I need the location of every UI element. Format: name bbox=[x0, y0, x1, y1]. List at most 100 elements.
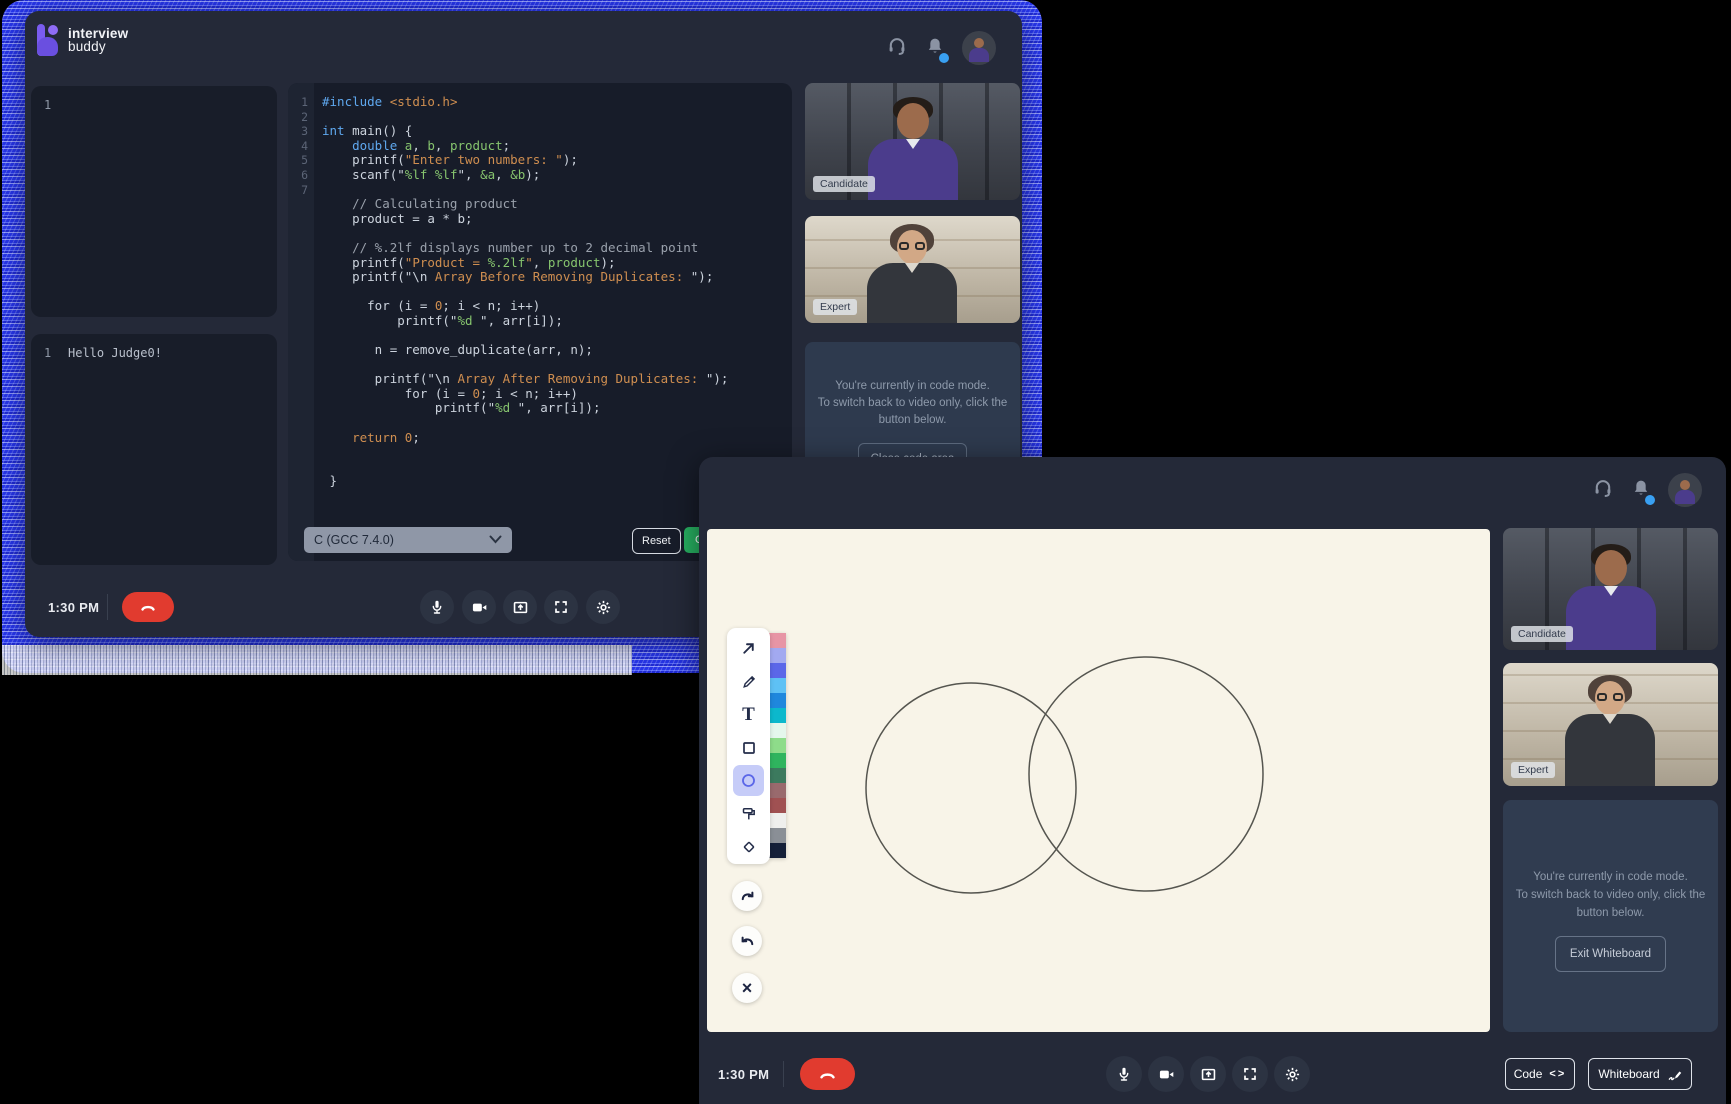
settings-button[interactable] bbox=[586, 590, 620, 624]
eraser-icon bbox=[741, 839, 757, 855]
screen-share-icon bbox=[1200, 1066, 1217, 1083]
tool-text-button[interactable]: T bbox=[733, 699, 764, 730]
hang-up-button[interactable] bbox=[122, 592, 174, 622]
redo-button[interactable] bbox=[732, 881, 762, 911]
video-thumbnail-expert: Expert bbox=[805, 216, 1020, 323]
tool-circle-button[interactable] bbox=[733, 765, 764, 796]
palette-swatch[interactable] bbox=[769, 678, 786, 693]
scribble-pen-icon bbox=[1667, 1067, 1682, 1082]
undo-icon bbox=[739, 933, 756, 950]
camera-button[interactable] bbox=[1148, 1056, 1184, 1092]
gear-icon bbox=[1284, 1066, 1301, 1083]
stdin-line-number: 1 bbox=[44, 98, 51, 112]
divider bbox=[107, 594, 108, 620]
interviewbuddy-logo-icon bbox=[35, 24, 61, 56]
code-mode-panel: You're currently in code mode. To switch… bbox=[1503, 800, 1718, 1032]
color-palette bbox=[769, 633, 786, 858]
tool-eraser-button[interactable] bbox=[733, 831, 764, 862]
fullscreen-icon bbox=[1242, 1066, 1258, 1082]
text-tool-icon: T bbox=[742, 705, 755, 724]
palette-swatch[interactable] bbox=[769, 648, 786, 663]
palette-swatch[interactable] bbox=[769, 753, 786, 768]
microphone-button[interactable] bbox=[1106, 1056, 1142, 1092]
palette-swatch[interactable] bbox=[769, 843, 786, 858]
language-select[interactable]: C (GCC 7.4.0) bbox=[304, 527, 512, 553]
fullscreen-button[interactable] bbox=[1232, 1056, 1268, 1092]
stdout-line-number: 1 bbox=[44, 346, 51, 360]
stdin-panel[interactable]: 1 bbox=[31, 86, 277, 317]
candidate-label: Candidate bbox=[1511, 626, 1573, 642]
stdout-panel[interactable]: 1 Hello Judge0! bbox=[31, 334, 277, 565]
camera-button[interactable] bbox=[462, 590, 496, 624]
editor-code-text: #include <stdio.h>int main() { double a,… bbox=[322, 95, 728, 489]
video-thumbnail-candidate: Candidate bbox=[1503, 528, 1718, 650]
reset-button[interactable]: Reset bbox=[632, 528, 681, 554]
whiteboard-canvas[interactable] bbox=[707, 529, 1490, 1032]
fullscreen-button[interactable] bbox=[544, 590, 578, 624]
mode-message-line1: You're currently in code mode. bbox=[805, 378, 1020, 395]
video-thumbnail-expert: Expert bbox=[1503, 663, 1718, 786]
palette-swatch[interactable] bbox=[769, 738, 786, 753]
camera-icon bbox=[471, 599, 488, 616]
whiteboard-toolbar: T bbox=[727, 628, 770, 864]
user-avatar[interactable] bbox=[962, 31, 996, 65]
user-avatar[interactable] bbox=[1668, 473, 1702, 507]
clear-board-button[interactable]: × bbox=[732, 973, 762, 1003]
tool-arrow-button[interactable] bbox=[733, 633, 764, 664]
hang-up-icon bbox=[139, 600, 157, 614]
close-icon: × bbox=[742, 979, 753, 997]
microphone-icon bbox=[1116, 1066, 1132, 1082]
notifications-bell-icon[interactable] bbox=[924, 35, 946, 62]
tool-roller-button[interactable] bbox=[733, 798, 764, 829]
palette-swatch[interactable] bbox=[769, 723, 786, 738]
hang-up-button[interactable] bbox=[800, 1058, 855, 1090]
candidate-label: Candidate bbox=[813, 176, 875, 192]
mode-message-line3: button below. bbox=[1503, 904, 1718, 922]
notification-dot bbox=[939, 53, 949, 63]
mode-message-line2: To switch back to video only, click the bbox=[1503, 886, 1718, 904]
video-thumbnail-candidate: Candidate bbox=[805, 83, 1020, 200]
fullscreen-icon bbox=[553, 599, 569, 615]
palette-swatch[interactable] bbox=[769, 798, 786, 813]
stdout-text: Hello Judge0! bbox=[68, 346, 162, 360]
mode-message-line1: You're currently in code mode. bbox=[1503, 868, 1718, 886]
notifications-bell-icon[interactable] bbox=[1630, 477, 1652, 504]
expert-label: Expert bbox=[1511, 762, 1555, 778]
arrow-icon bbox=[740, 640, 757, 657]
rectangle-icon bbox=[741, 740, 757, 756]
palette-swatch[interactable] bbox=[769, 663, 786, 678]
expert-label: Expert bbox=[813, 299, 857, 315]
palette-swatch[interactable] bbox=[769, 693, 786, 708]
screen-share-button[interactable] bbox=[1190, 1056, 1226, 1092]
exit-whiteboard-button[interactable]: Exit Whiteboard bbox=[1555, 936, 1666, 972]
mode-message-line2: To switch back to video only, click the bbox=[805, 395, 1020, 412]
app-logo-text: interview buddy bbox=[68, 27, 128, 53]
gear-icon bbox=[595, 599, 612, 616]
whiteboard-mode-button[interactable]: Whiteboard bbox=[1588, 1058, 1692, 1090]
palette-swatch[interactable] bbox=[769, 813, 786, 828]
pencil-icon bbox=[741, 674, 757, 690]
mode-message-line3: button below. bbox=[805, 412, 1020, 429]
code-brackets-icon: <> bbox=[1549, 1068, 1566, 1080]
redo-icon bbox=[739, 888, 756, 905]
palette-swatch[interactable] bbox=[769, 783, 786, 798]
headset-icon[interactable] bbox=[886, 35, 908, 62]
screen-share-button[interactable] bbox=[503, 590, 537, 624]
whiteboard-window: T × bbox=[699, 457, 1726, 1104]
tool-rectangle-button[interactable] bbox=[733, 732, 764, 763]
microphone-button[interactable] bbox=[420, 590, 454, 624]
palette-swatch[interactable] bbox=[769, 828, 786, 843]
code-mode-button[interactable]: Code<> bbox=[1505, 1058, 1575, 1090]
settings-button[interactable] bbox=[1274, 1056, 1310, 1092]
undo-button[interactable] bbox=[732, 926, 762, 956]
headset-icon[interactable] bbox=[1592, 477, 1614, 504]
palette-swatch[interactable] bbox=[769, 768, 786, 783]
notification-dot bbox=[1645, 495, 1655, 505]
palette-swatch[interactable] bbox=[769, 633, 786, 648]
palette-swatch[interactable] bbox=[769, 708, 786, 723]
hang-up-icon bbox=[818, 1067, 837, 1082]
screen: interview buddy 1 bbox=[0, 0, 1731, 1104]
app-logo: interview buddy bbox=[35, 24, 128, 56]
tool-pencil-button[interactable] bbox=[733, 666, 764, 697]
meeting-time: 1:30 PM bbox=[48, 600, 99, 615]
